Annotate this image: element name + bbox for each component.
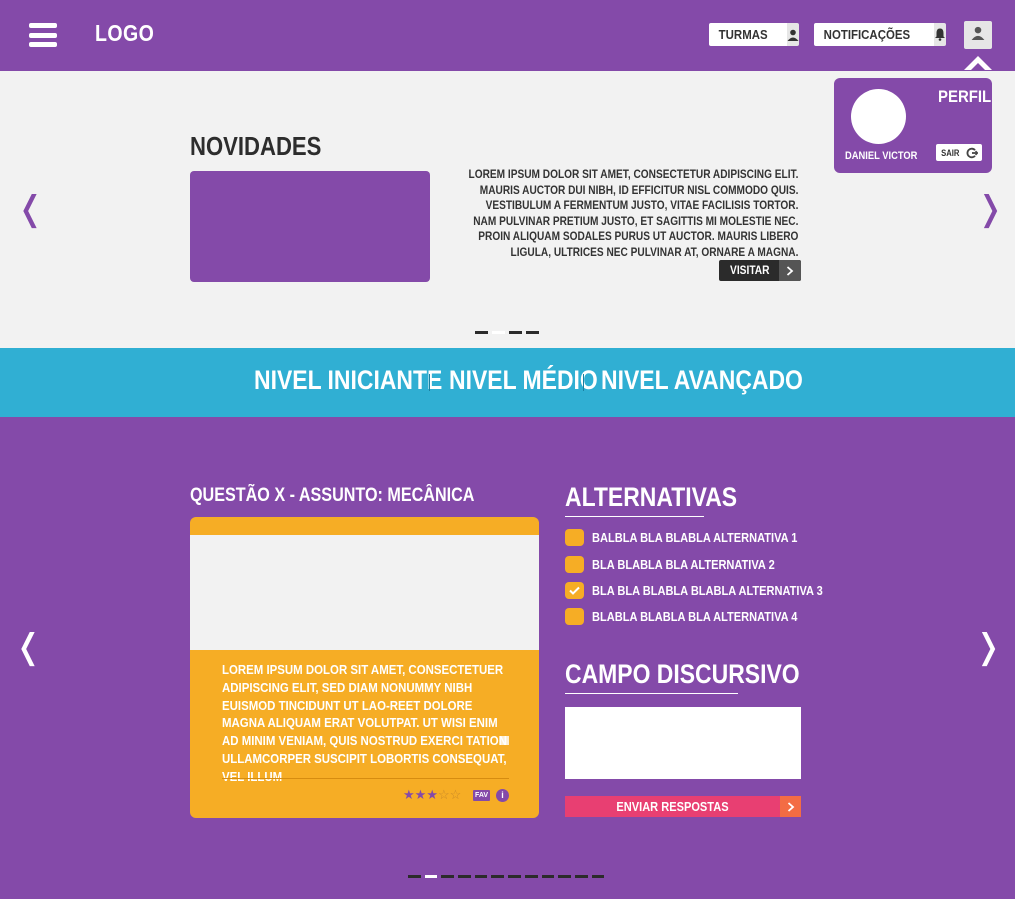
- turmas-label: TURMAS: [718, 27, 768, 42]
- divider: [222, 778, 509, 779]
- logout-icon: [966, 146, 979, 164]
- divider: [565, 516, 704, 517]
- alternative-option-2[interactable]: BLA BLABLA BLA ALTERNATIVA 2: [565, 556, 807, 573]
- user-icon: [786, 23, 799, 46]
- chevron-right-icon[interactable]: ❭: [976, 192, 1005, 226]
- enviar-label: ENVIAR RESPOSTAS: [616, 799, 729, 814]
- carousel-pagination: [475, 331, 539, 334]
- question-dot-2[interactable]: [424, 875, 438, 878]
- star-icon[interactable]: ★: [426, 788, 438, 801]
- question-dot-7[interactable]: [508, 875, 521, 878]
- divider: [565, 693, 738, 694]
- question-text: LOREM IPSUM DOLOR SIT AMET, CONSECTETUER…: [222, 662, 507, 784]
- checkbox[interactable]: [565, 556, 584, 573]
- profile-button[interactable]: [964, 21, 992, 49]
- profile-name: DANIEL VICTOR: [845, 150, 918, 162]
- chevron-right-icon[interactable]: ❭: [974, 630, 1003, 664]
- menu-icon[interactable]: [29, 23, 57, 47]
- star-icon[interactable]: ★: [403, 788, 415, 801]
- visitar-button[interactable]: VISITAR: [719, 260, 801, 281]
- question-dot-3[interactable]: [441, 875, 455, 878]
- question-card: LOREM IPSUM DOLOR SIT AMET, CONSECTETUER…: [190, 517, 539, 818]
- notificacoes-label: NOTIFICAÇÕES: [823, 27, 911, 42]
- avatar[interactable]: [851, 89, 906, 144]
- checkbox[interactable]: [565, 608, 584, 625]
- logout-label: SAIR: [941, 147, 960, 158]
- carousel-dot-2[interactable]: [492, 331, 505, 334]
- star-icon[interactable]: ★: [415, 788, 427, 801]
- tab-nivel-medio[interactable]: NIVEL MÉDIO: [449, 365, 598, 396]
- bell-icon: [934, 23, 947, 46]
- fav-button[interactable]: FAV: [473, 790, 490, 801]
- news-title: NOVIDADES: [190, 131, 322, 161]
- question-dot-6[interactable]: [491, 875, 505, 878]
- alternative-label: BLA BLABLA BLA ALTERNATIVA 2: [592, 557, 775, 572]
- turmas-button[interactable]: TURMAS: [709, 23, 799, 46]
- alternative-label: BALBLA BLA BLABLA ALTERNATIVA 1: [592, 530, 798, 545]
- divider: [583, 374, 584, 391]
- question-dot-11[interactable]: [574, 875, 588, 878]
- chevron-left-icon[interactable]: ❬: [16, 192, 45, 226]
- user-icon: [971, 26, 985, 45]
- check-icon: [569, 586, 580, 595]
- discursive-answer-field[interactable]: [565, 707, 801, 779]
- checkbox[interactable]: [565, 529, 584, 546]
- chevron-right-icon: [779, 260, 801, 281]
- logout-button[interactable]: SAIR: [936, 144, 982, 161]
- checkbox-checked[interactable]: [565, 582, 584, 599]
- news-image[interactable]: [190, 171, 430, 282]
- alternative-label: BLABLA BLABLA BLA ALTERNATIVA 4: [592, 609, 798, 624]
- alternative-option-3[interactable]: BLA BLA BLABLA BLABLA ALTERNATIVA 3: [565, 582, 864, 599]
- carousel-dot-1[interactable]: [475, 331, 488, 334]
- top-navbar: LOGO TURMAS NOTIFICAÇÕES: [0, 0, 1015, 71]
- question-dot-4[interactable]: [458, 875, 471, 878]
- question-image: [190, 535, 539, 650]
- dropdown-caret-inner: [970, 63, 986, 71]
- visitar-label: VISITAR: [730, 263, 770, 277]
- star-icon[interactable]: ☆: [450, 788, 462, 801]
- tab-nivel-avancado[interactable]: NIVEL AVANÇADO: [601, 365, 803, 396]
- question-dot-5[interactable]: [474, 875, 488, 878]
- divider: [429, 374, 430, 391]
- notificacoes-button[interactable]: NOTIFICAÇÕES: [814, 23, 947, 46]
- question-dot-10[interactable]: [558, 875, 571, 878]
- question-dot-12[interactable]: [591, 875, 605, 878]
- logo[interactable]: LOGO: [95, 20, 154, 47]
- enviar-respostas-button[interactable]: ENVIAR RESPOSTAS: [565, 796, 801, 817]
- question-title: QUESTÃO X - ASSUNTO: MECÂNICA: [190, 485, 475, 506]
- carousel-dot-4[interactable]: [526, 331, 539, 334]
- alternative-label: BLA BLA BLABLA BLABLA ALTERNATIVA 3: [592, 583, 823, 598]
- news-description: LOREM IPSUM DOLOR SIT AMET, CONSECTETUR …: [468, 169, 799, 259]
- question-dot-9[interactable]: [541, 875, 555, 878]
- profile-title: PERFIL: [938, 87, 992, 106]
- discursive-title: CAMPO DISCURSIVO: [565, 659, 800, 689]
- question-pagination: [408, 875, 605, 878]
- info-icon[interactable]: i: [496, 789, 509, 802]
- level-tabs: NIVEL INICIANTE NIVEL MÉDIO NIVEL AVANÇA…: [0, 348, 1015, 417]
- star-icon[interactable]: ☆: [438, 788, 450, 801]
- star-rating[interactable]: ★ ★ ★ ☆ ☆: [403, 788, 461, 801]
- profile-dropdown: PERFIL DANIEL VICTOR SAIR: [834, 78, 992, 173]
- chevron-right-icon: [780, 796, 801, 817]
- question-dot-8[interactable]: [524, 875, 538, 878]
- question-section: ❬ ❭ QUESTÃO X - ASSUNTO: MECÂNICA LOREM …: [0, 417, 1015, 899]
- question-dot-1[interactable]: [408, 875, 421, 878]
- carousel-dot-3[interactable]: [509, 331, 522, 334]
- expand-icon[interactable]: [500, 736, 509, 745]
- alternatives-title: ALTERNATIVAS: [565, 482, 738, 512]
- alternative-option-1[interactable]: BALBLA BLA BLABLA ALTERNATIVA 1: [565, 529, 834, 546]
- alternative-option-4[interactable]: BLABLA BLABLA BLA ALTERNATIVA 4: [565, 608, 834, 625]
- chevron-left-icon[interactable]: ❬: [14, 630, 43, 664]
- tab-nivel-iniciante[interactable]: NIVEL INICIANTE: [254, 365, 442, 396]
